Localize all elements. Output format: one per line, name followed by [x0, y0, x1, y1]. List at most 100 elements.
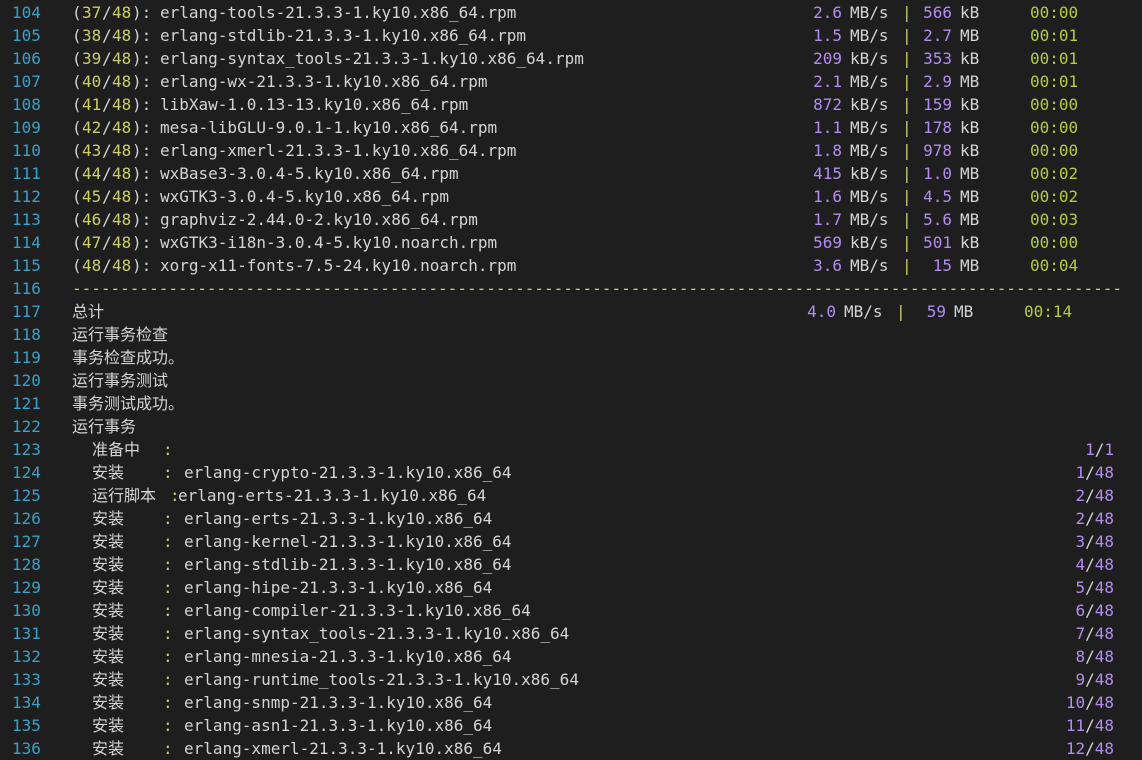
status-message: 运行事务测试 [72, 371, 169, 390]
slash: / [102, 187, 112, 206]
step-current: 10 [1065, 693, 1086, 712]
step-colon: : [163, 578, 173, 597]
download-size: 2.9 [923, 72, 952, 91]
column-separator: | [896, 302, 906, 321]
step-counter: 7/48 [1075, 622, 1114, 645]
column-separator: | [902, 233, 912, 252]
download-speed: 872 [813, 95, 842, 114]
slash: / [102, 141, 112, 160]
paren-open: ( [72, 72, 82, 91]
package-name: wxGTK3-i18n-3.0.4-5.ky10.noarch.rpm [160, 233, 498, 252]
slash: / [102, 210, 112, 229]
step-action: 安装 [92, 532, 125, 551]
step-slash: / [1085, 670, 1095, 689]
download-speed: 2.6 [813, 3, 842, 22]
paren-open: ( [72, 164, 82, 183]
step-slash: / [1085, 693, 1095, 712]
download-time: 00:03 [1030, 210, 1079, 229]
step-total: 48 [1094, 463, 1114, 482]
speed-unit: MB/s [850, 141, 889, 160]
line-number: 123 [12, 440, 41, 459]
step-line: 131 安装: erlang-syntax_tools-21.3.3-1.ky10.… [0, 622, 1142, 645]
paren-close: ): [132, 26, 152, 45]
column-separator: | [902, 3, 912, 22]
line-number: 130 [12, 601, 41, 620]
step-total: 48 [1094, 624, 1114, 643]
step-line: 123 准备中: 1/1 [0, 438, 1142, 461]
line-number: 108 [12, 95, 41, 114]
paren-close: ): [132, 72, 152, 91]
step-slash: / [1085, 647, 1095, 666]
download-size: 501 [923, 233, 952, 252]
step-package: erlang-kernel-21.3.3-1.ky10.x86_64 [184, 532, 512, 551]
size-unit: MB [954, 302, 974, 321]
line-number: 126 [12, 509, 41, 528]
line-number: 112 [12, 187, 41, 206]
step-total: 48 [1094, 532, 1114, 551]
step-colon: : [163, 532, 173, 551]
step-line: 135 安装: erlang-asn1-21.3.3-1.ky10.x86_64 11… [0, 714, 1142, 737]
message-line: 119 事务检查成功。 [0, 346, 1142, 369]
step-colon: : [163, 670, 173, 689]
step-action: 安装 [92, 716, 125, 735]
download-total: 48 [112, 3, 132, 22]
step-slash: / [1085, 739, 1095, 758]
step-total: 48 [1094, 601, 1114, 620]
download-size: 978 [923, 141, 952, 160]
paren-close: ): [132, 141, 152, 160]
line-number: 115 [12, 256, 41, 275]
download-index: 39 [82, 49, 102, 68]
size-unit: MB [960, 26, 980, 45]
step-slash: / [1085, 716, 1095, 735]
terminal-window[interactable]: 104(37/48): erlang-tools-21.3.3-1.ky10.x8… [0, 0, 1142, 760]
message-line: 121 事务测试成功。 [0, 392, 1142, 415]
paren-open: ( [72, 141, 82, 160]
step-total: 48 [1094, 486, 1114, 505]
step-action: 安装 [92, 739, 125, 758]
step-counter: 2/48 [1075, 484, 1114, 507]
step-counter: 9/48 [1075, 668, 1114, 691]
line-number: 120 [12, 371, 41, 390]
step-current: 1 [1075, 463, 1086, 482]
line-number: 104 [12, 3, 41, 22]
download-index: 42 [82, 118, 102, 137]
line-number: 117 [12, 302, 41, 321]
speed-unit: kB/s [850, 95, 889, 114]
size-unit: MB [960, 187, 980, 206]
step-slash: / [1085, 624, 1095, 643]
line-number: 110 [12, 141, 41, 160]
download-index: 44 [82, 164, 102, 183]
step-colon: : [163, 555, 173, 574]
step-line: 134 安装: erlang-snmp-21.3.3-1.ky10.x86_64 10… [0, 691, 1142, 714]
step-action: 安装 [92, 601, 125, 620]
package-name: xorg-x11-fonts-7.5-24.ky10.noarch.rpm [160, 256, 517, 275]
step-package: erlang-erts-21.3.3-1.ky10.x86_64 [178, 486, 487, 505]
step-action: 安装 [92, 624, 125, 643]
step-total: 48 [1094, 509, 1114, 528]
line-number: 128 [12, 555, 41, 574]
download-speed: 569 [813, 233, 842, 252]
status-message: 事务检查成功。 [72, 348, 185, 367]
step-counter: 6/48 [1075, 599, 1114, 622]
download-total: 48 [112, 141, 132, 160]
download-speed: 209 [813, 49, 842, 68]
step-colon: : [163, 463, 173, 482]
step-action: 准备中 [92, 440, 141, 459]
separator: ----------------------------------------… [72, 279, 1122, 298]
step-line: 125 运行脚本: erlang-erts-21.3.3-1.ky10.x86_64… [0, 484, 1142, 507]
paren-open: ( [72, 118, 82, 137]
slash: / [102, 256, 112, 275]
step-package: erlang-crypto-21.3.3-1.ky10.x86_64 [184, 463, 512, 482]
line-number: 118 [12, 325, 41, 344]
step-action: 安装 [92, 509, 125, 528]
step-counter: 5/48 [1075, 576, 1114, 599]
step-line: 130 安装: erlang-compiler-21.3.3-1.ky10.x86_… [0, 599, 1142, 622]
step-action: 安装 [92, 647, 125, 666]
line-number: 133 [12, 670, 41, 689]
column-separator: | [902, 26, 912, 45]
step-counter: 10/48 [1066, 691, 1114, 714]
paren-open: ( [72, 233, 82, 252]
package-name: erlang-xmerl-21.3.3-1.ky10.x86_64.rpm [160, 141, 517, 160]
paren-open: ( [72, 256, 82, 275]
step-total: 48 [1094, 670, 1114, 689]
